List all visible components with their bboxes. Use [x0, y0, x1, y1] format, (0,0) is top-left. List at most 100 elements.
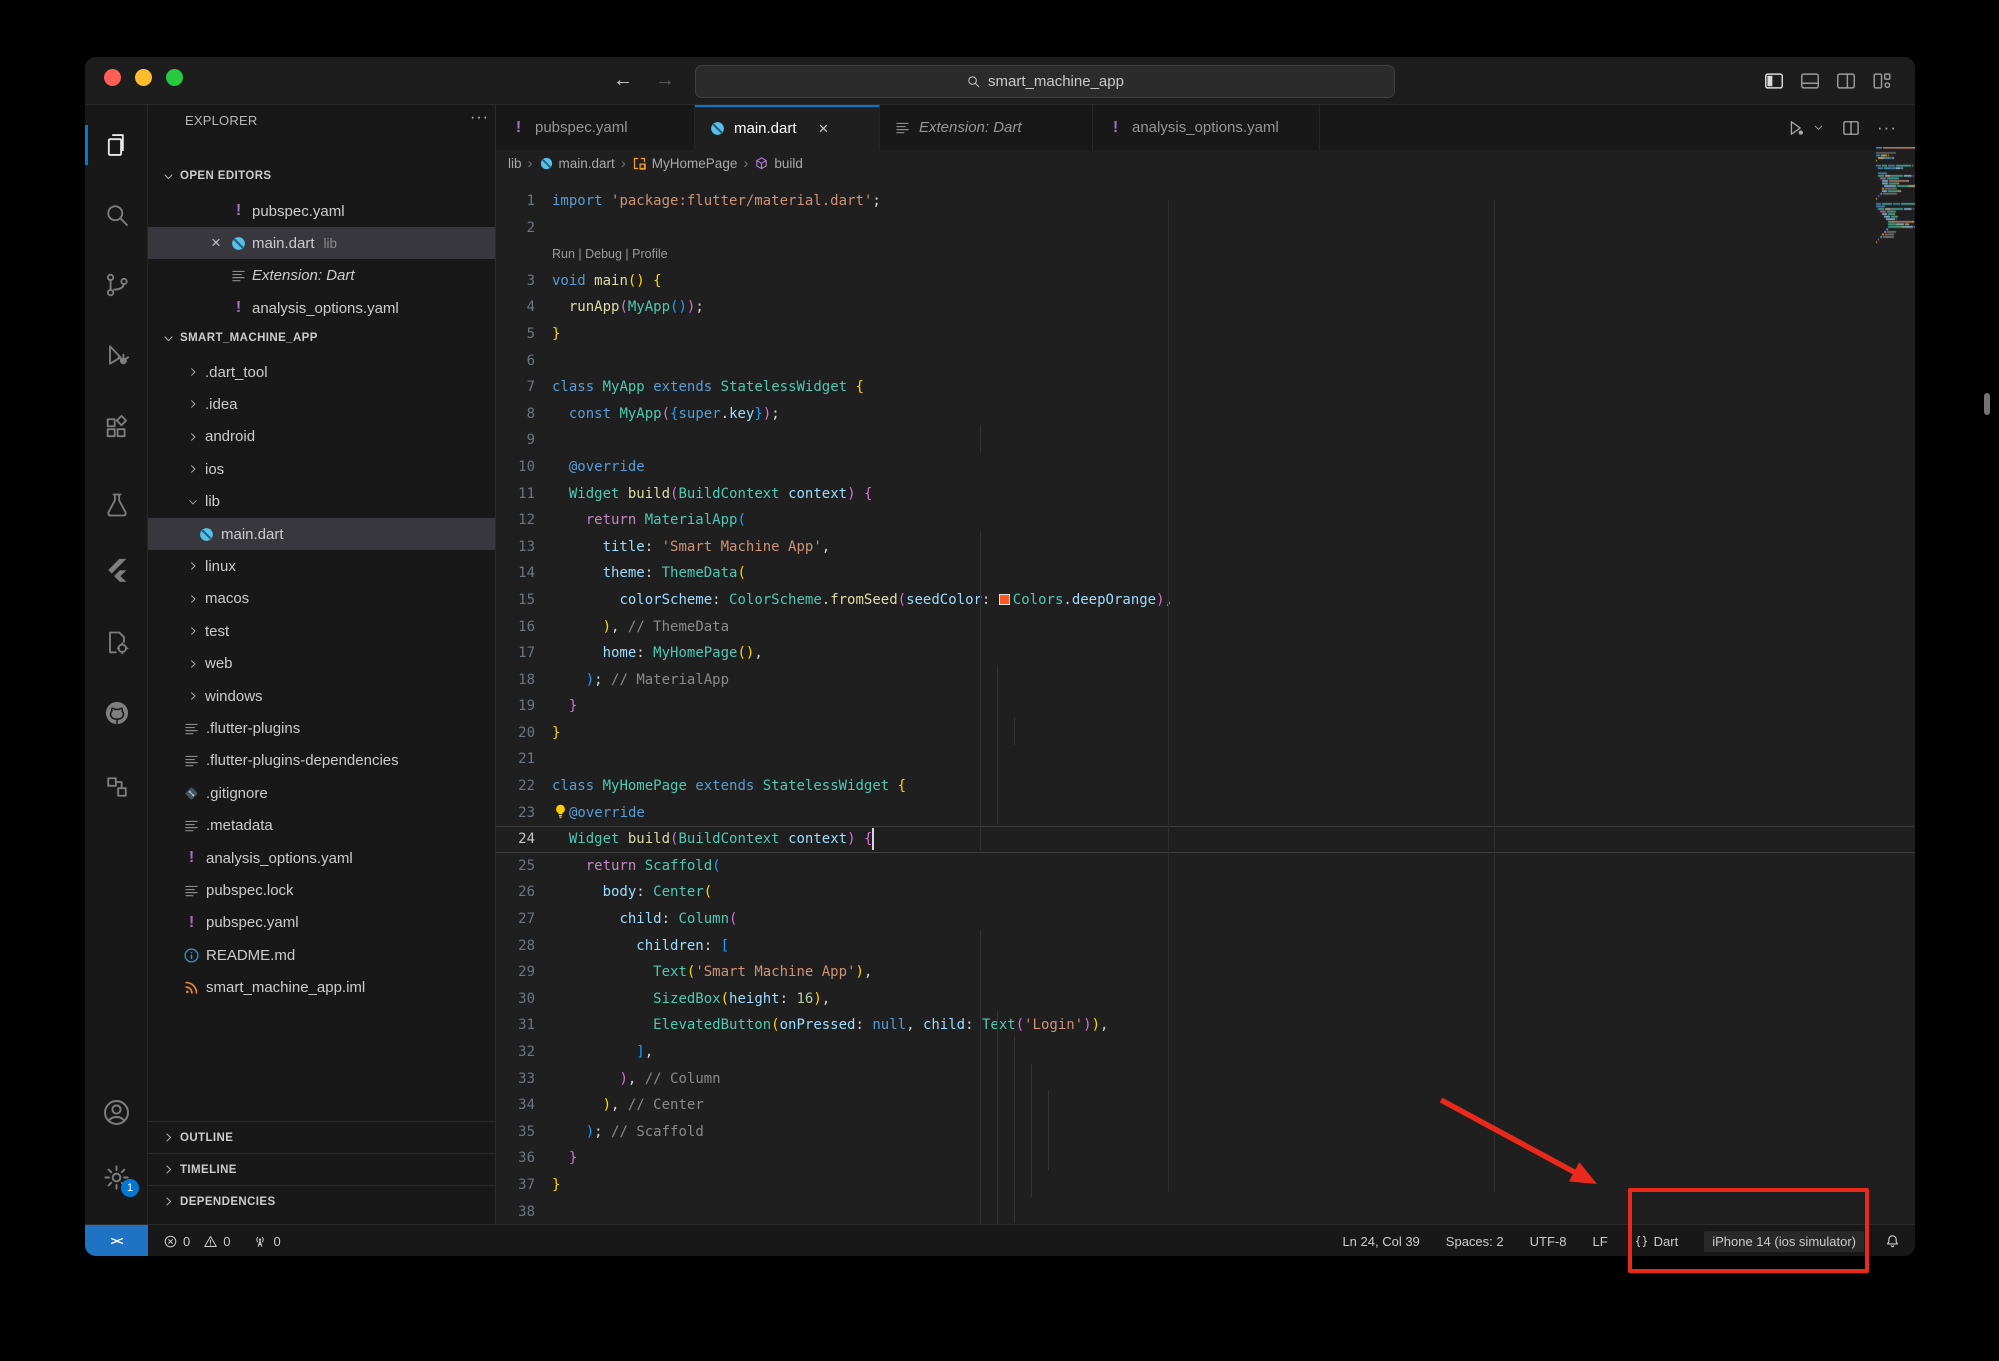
status-eol[interactable]: LF: [1592, 1234, 1607, 1249]
tab-main-dart[interactable]: main.dart×: [695, 105, 880, 150]
activity-item-source-control[interactable]: [85, 261, 148, 309]
customize-layout-icon[interactable]: [1871, 70, 1893, 92]
gitignore-icon: [183, 785, 200, 802]
tree-item-ios[interactable]: ios: [148, 453, 495, 485]
breadcrumb-item-lib[interactable]: lib: [508, 156, 522, 171]
chevron-down-icon[interactable]: [1812, 121, 1825, 134]
code-line-9: 9: [496, 427, 1915, 454]
line-number: 17: [496, 640, 535, 667]
color-swatch-deep-orange[interactable]: [999, 594, 1010, 605]
overlay-scrollbar[interactable]: [1984, 393, 1990, 415]
status-cursor-position[interactable]: Ln 24, Col 39: [1342, 1234, 1419, 1249]
tab-bar: !pubspec.yamlmain.dart×Extension: Dart!a…: [496, 105, 1915, 150]
tree-item-linux[interactable]: linux: [148, 550, 495, 582]
project-root-header[interactable]: SMART_MACHINE_APP: [148, 322, 495, 354]
more-actions-icon[interactable]: ···: [1877, 118, 1897, 138]
zoom-window-button[interactable]: [166, 69, 183, 86]
tree-item-windows[interactable]: windows: [148, 680, 495, 712]
breadcrumb-item-myhomepage[interactable]: MyHomePage: [632, 156, 738, 171]
line-number: 13: [496, 534, 535, 561]
activity-item-run-config[interactable]: [85, 619, 148, 667]
open-editor-main-dart[interactable]: ×main.dartlib: [148, 227, 495, 259]
bell-icon[interactable]: [1884, 1233, 1901, 1250]
ports-indicator[interactable]: 0: [252, 1233, 280, 1249]
tree-item-analysis-options-yaml[interactable]: !analysis_options.yaml: [148, 842, 495, 874]
file-list-icon: [230, 267, 247, 284]
status-indentation[interactable]: Spaces: 2: [1446, 1234, 1504, 1249]
run-debug-icon: [103, 341, 131, 369]
tree-item-smart-machine-app-iml[interactable]: smart_machine_app.iml: [148, 972, 495, 1004]
back-button[interactable]: ←: [613, 69, 633, 92]
close-window-button[interactable]: [104, 69, 121, 86]
line-number: 6: [496, 348, 535, 375]
toggle-panel-icon[interactable]: [1799, 70, 1821, 92]
minimize-window-button[interactable]: [135, 69, 152, 86]
tab-pubspec-yaml[interactable]: !pubspec.yaml: [496, 105, 695, 150]
section-timeline[interactable]: TIMELINE: [148, 1153, 495, 1185]
tree-item--gitignore[interactable]: .gitignore: [148, 777, 495, 809]
tree-item--dart-tool[interactable]: .dart_tool: [148, 356, 495, 388]
settings-badge: 1: [121, 1179, 139, 1197]
run-debug-file-icon[interactable]: [1786, 118, 1806, 138]
code-editor[interactable]: 1import 'package:flutter/material.dart';…: [496, 188, 1915, 1224]
activity-item-project-manager[interactable]: [85, 763, 148, 811]
activity-item-github[interactable]: [85, 689, 148, 737]
tree-item-pubspec-lock[interactable]: pubspec.lock: [148, 874, 495, 906]
breadcrumb-item-build[interactable]: build: [754, 156, 803, 171]
tree-item-macos[interactable]: macos: [148, 583, 495, 615]
code-line-24: 24 Widget build(BuildContext context) {: [496, 826, 1915, 853]
tab-extension-dart[interactable]: Extension: Dart: [880, 105, 1093, 150]
open-editor-extension-dart[interactable]: Extension: Dart: [148, 260, 495, 292]
toggle-sidebar-icon[interactable]: [1763, 70, 1785, 92]
tree-item--metadata[interactable]: .metadata: [148, 810, 495, 842]
problems-indicator[interactable]: 00: [163, 1234, 230, 1249]
tree-item-readme-md[interactable]: README.md: [148, 939, 495, 971]
activity-item-run-debug[interactable]: [85, 331, 148, 379]
activity-item-explorer[interactable]: [85, 121, 148, 169]
section-dependencies[interactable]: DEPENDENCIES: [148, 1185, 495, 1217]
activity-item-search[interactable]: [85, 191, 148, 239]
activity-item-testing[interactable]: [85, 481, 148, 529]
activity-item-settings[interactable]: 1: [85, 1153, 148, 1201]
code-line-12: 12 return MaterialApp(: [496, 507, 1915, 534]
breadcrumb-item-main.dart[interactable]: main.dart: [539, 156, 615, 171]
forward-button[interactable]: →: [655, 69, 675, 92]
tree-item--flutter-plugins[interactable]: .flutter-plugins: [148, 712, 495, 744]
source-control-icon: [103, 271, 131, 299]
minimap[interactable]: [1872, 147, 1915, 267]
codelens[interactable]: Run | Debug | Profile: [496, 241, 1915, 268]
tree-item-pubspec-yaml[interactable]: !pubspec.yaml: [148, 907, 495, 939]
tree-item--flutter-plugins-dependencies[interactable]: .flutter-plugins-dependencies: [148, 745, 495, 777]
tree-item-test[interactable]: test: [148, 615, 495, 647]
remote-indicator[interactable]: ><: [85, 1225, 148, 1256]
close-icon[interactable]: ×: [202, 233, 230, 253]
tree-item--idea[interactable]: .idea: [148, 388, 495, 420]
line-number: 8: [496, 401, 535, 428]
open-editors-header[interactable]: OPEN EDITORS: [148, 160, 495, 192]
annotation-rectangle: [1628, 1188, 1869, 1273]
lightbulb-icon[interactable]: [552, 803, 569, 820]
tree-item-android[interactable]: android: [148, 421, 495, 453]
close-icon[interactable]: ×: [819, 119, 829, 139]
explorer-more-actions-icon[interactable]: ···: [470, 109, 489, 127]
yaml-icon: !: [183, 914, 200, 932]
section-outline[interactable]: OUTLINE: [148, 1121, 495, 1153]
open-editor-analysis-options-yaml[interactable]: !analysis_options.yaml: [148, 292, 495, 324]
command-center-search[interactable]: smart_machine_app: [695, 65, 1395, 98]
file-list-icon: [183, 752, 200, 769]
open-editor-pubspec-yaml[interactable]: !pubspec.yaml: [148, 195, 495, 227]
file-list-icon: [183, 882, 200, 899]
split-editor-icon[interactable]: [1841, 118, 1861, 138]
activity-item-extensions[interactable]: [85, 404, 148, 452]
indent-guide: [997, 665, 998, 825]
activity-item-flutter[interactable]: [85, 546, 148, 594]
toggle-secondary-sidebar-icon[interactable]: [1835, 70, 1857, 92]
activity-item-accounts[interactable]: [85, 1088, 148, 1136]
tree-item-web[interactable]: web: [148, 648, 495, 680]
chevron-right-icon: [183, 658, 203, 670]
status-encoding[interactable]: UTF-8: [1530, 1234, 1567, 1249]
tree-item-lib[interactable]: lib: [148, 486, 495, 518]
tab-analysis-options-yaml[interactable]: !analysis_options.yaml: [1093, 105, 1320, 150]
tree-item-main-dart[interactable]: main.dart: [148, 518, 495, 550]
code-line-30: 30 SizedBox(height: 16),: [496, 986, 1915, 1013]
